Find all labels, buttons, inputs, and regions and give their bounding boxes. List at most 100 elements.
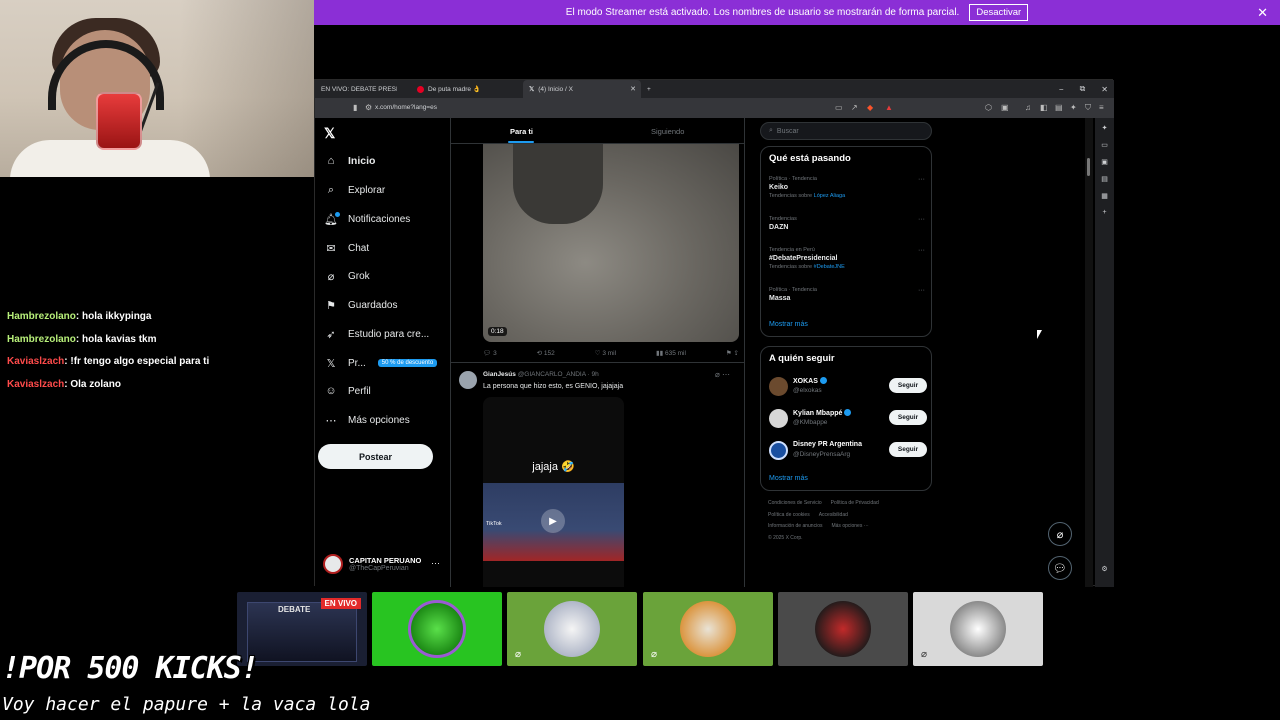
messages-float-icon[interactable]: 💬︎ xyxy=(1048,556,1072,580)
trend-more-icon[interactable]: ··· xyxy=(918,176,925,183)
avatar[interactable] xyxy=(459,371,477,389)
trend-item[interactable]: Tendencia en Perú #DebatePresidencial Te… xyxy=(769,247,925,270)
brave-shield-icon[interactable]: ◆ xyxy=(867,103,873,112)
pinterest-icon xyxy=(417,85,424,93)
browser-sidebar: ✦ ▭ ▣ ▤ ▦ + ⚙ xyxy=(1095,118,1114,587)
add-panel-icon[interactable]: + xyxy=(1102,209,1106,216)
muted-mic-icon: ⌀ xyxy=(651,649,658,660)
tab-x-home[interactable]: 𝕏 (4) Inicio / X ✕ xyxy=(523,80,641,98)
x-sidebar-nav: 𝕏 ⌂ Inicio ⌕ Explorar 🔔︎ Notificaciones ✉ Ch… xyxy=(315,118,450,587)
participant-tile[interactable]: ⌀ xyxy=(507,592,637,666)
search-input[interactable]: ⌕ Buscar xyxy=(760,122,932,140)
nav-item-inicio[interactable]: ⌂ Inicio xyxy=(324,151,376,171)
wallet-icon[interactable]: ▤ xyxy=(1055,103,1063,112)
nav-item-chat[interactable]: ✉ Chat xyxy=(324,238,369,258)
bookmark-icon: ⚑ xyxy=(326,299,336,312)
trend-more-icon[interactable]: ··· xyxy=(918,247,925,254)
participant-tile[interactable]: ⌀ xyxy=(913,592,1043,666)
chat-message: Kaviaslzach: !fr tengo algo especial par… xyxy=(7,356,210,367)
reading-list-icon[interactable]: ▣ xyxy=(1101,158,1108,166)
like-button[interactable]: ♡ 3 mil xyxy=(595,349,616,357)
sidebar-toggle-icon[interactable]: ◧ xyxy=(1040,103,1048,112)
tweet-video-2[interactable]: jajaja 🤣 ▶ TikTok xyxy=(483,397,624,587)
retweet-button[interactable]: ⟲ 152 xyxy=(537,349,555,357)
follow-suggestion[interactable]: Disney PR Argentina @DisneyPrensaArg Seg… xyxy=(769,440,927,464)
menu-icon[interactable]: ≡ xyxy=(1099,103,1104,112)
banner-text: El modo Streamer está activado. Los nomb… xyxy=(565,7,960,18)
avatar xyxy=(769,409,788,428)
more-dots-icon[interactable]: ··· xyxy=(431,558,440,568)
vpn-icon[interactable]: ⛉ xyxy=(1085,103,1091,113)
nav-item-explorar[interactable]: ⌕ Explorar xyxy=(324,180,385,200)
bookmark-button[interactable]: ⚑ ⇪ xyxy=(726,349,739,357)
x-logo-icon[interactable]: 𝕏 xyxy=(324,125,335,142)
share-icon[interactable]: ↗ xyxy=(851,103,858,112)
settings-icon[interactable]: ⚙ xyxy=(1101,565,1107,573)
views-button[interactable]: ▮▮ 635 mil xyxy=(656,349,686,357)
show-more-follow-link[interactable]: Mostrar más xyxy=(769,475,808,482)
participant-tile[interactable]: ⌀ xyxy=(643,592,773,666)
close-window-button[interactable]: ✕ xyxy=(1101,85,1108,94)
nav-item-perfil[interactable]: ☺ Perfil xyxy=(324,381,370,401)
play-icon[interactable]: ▶ xyxy=(541,509,565,533)
url-field[interactable]: x.com/home?lang=es xyxy=(375,104,437,111)
leo-icon[interactable]: ✦ xyxy=(1102,124,1108,132)
follow-suggestion[interactable]: XOKAS @elxokas Seguir xyxy=(769,376,927,400)
minimize-button[interactable]: − xyxy=(1059,85,1064,94)
follow-button[interactable]: Seguir xyxy=(889,442,927,457)
follow-button[interactable]: Seguir xyxy=(889,410,927,425)
brave-rewards-icon[interactable]: ▲ xyxy=(885,103,893,112)
nav-item-grok[interactable]: ⌀ Grok xyxy=(324,266,370,286)
trend-item[interactable]: Política · Tendencia Massa ··· xyxy=(769,287,925,302)
participant-tile[interactable] xyxy=(372,592,502,666)
participant-tile[interactable] xyxy=(778,592,908,666)
tab-para-ti[interactable]: Para ti xyxy=(510,127,533,136)
trend-item[interactable]: Tendencias DAZN ··· xyxy=(769,216,925,231)
nav-item-mas-opciones[interactable]: ⋯ Más opciones xyxy=(324,410,410,430)
tweet-author[interactable]: GianJesús xyxy=(483,371,516,378)
extension-icon[interactable]: ⬡ xyxy=(985,103,992,112)
restore-button[interactable]: ⧉ xyxy=(1080,84,1086,94)
grok-float-icon[interactable]: ⌀ xyxy=(1048,522,1072,546)
bookmark-icon[interactable]: ▮ xyxy=(353,103,357,112)
follow-suggestion[interactable]: Kylian Mbappé @KMbappe Seguir xyxy=(769,408,927,432)
site-info-icon[interactable]: ⚙ xyxy=(365,103,372,112)
follow-button[interactable]: Seguir xyxy=(889,378,927,393)
tabs-icon[interactable]: ▭ xyxy=(1101,141,1108,149)
deactivate-button[interactable]: Desactivar xyxy=(969,4,1029,21)
muted-mic-icon: ⌀ xyxy=(921,649,928,660)
discount-badge: 50 % de descuento xyxy=(377,359,438,367)
post-button[interactable]: Postear xyxy=(318,444,433,469)
tweet[interactable]: GianJesús @GIANCARLO_ANDIA · 9h La perso… xyxy=(451,362,744,390)
trend-item[interactable]: Política · Tendencia Keiko Tendencias so… xyxy=(769,176,925,199)
history-icon[interactable]: ▦ xyxy=(1101,192,1108,200)
trend-more-icon[interactable]: ··· xyxy=(918,287,925,294)
trends-card: Qué está pasando Política · Tendencia Ke… xyxy=(760,146,932,337)
close-icon[interactable]: ✕ xyxy=(1257,5,1268,21)
account-switcher[interactable]: CAPITAN PERUANO @TheCapPeruvian ··· xyxy=(323,554,440,574)
music-icon[interactable]: ♫ xyxy=(1025,103,1031,112)
screen-icon[interactable]: ▭ xyxy=(835,103,843,112)
leo-icon[interactable]: ✦ xyxy=(1070,103,1077,112)
tweet-video[interactable]: 0:18 xyxy=(483,144,739,342)
scrollbar[interactable] xyxy=(1085,118,1093,587)
trend-more-icon[interactable]: ··· xyxy=(918,216,925,223)
nav-item-estudio[interactable]: ➶ Estudio para cre... xyxy=(324,324,429,344)
stream-chat: Hambrezolano: hola ikkypinga Hambrezolan… xyxy=(7,306,209,396)
show-more-trends-link[interactable]: Mostrar más xyxy=(769,321,808,328)
nav-item-notificaciones[interactable]: 🔔︎ Notificaciones xyxy=(324,209,410,229)
live-badge: EN VIVO xyxy=(320,598,361,609)
translate-icon[interactable]: ▣ xyxy=(1001,103,1009,112)
nav-item-premium[interactable]: 𝕏 Pr... 50 % de descuento xyxy=(324,353,438,373)
tab-pinterest[interactable]: De puta madre 👌 xyxy=(403,80,523,98)
bookmarks-icon[interactable]: ▤ xyxy=(1101,175,1108,183)
new-tab-button[interactable]: + xyxy=(641,80,657,98)
close-tab-icon[interactable]: ✕ xyxy=(630,85,636,93)
reply-button[interactable]: 💬︎ 3 xyxy=(483,349,497,357)
grok-and-more-icon[interactable]: ⌀ ⋯ xyxy=(715,370,730,379)
address-bar: ▮ ⚙ x.com/home?lang=es ▭ ↗ ◆ ▲ ⬡ ▣ ♫ ◧ ▤… xyxy=(315,98,1114,118)
tab-debate[interactable]: EN VIVO: DEBATE PRESIDENCIAL xyxy=(315,80,403,98)
tab-siguiendo[interactable]: Siguiendo xyxy=(651,127,684,136)
nav-item-guardados[interactable]: ⚑ Guardados xyxy=(324,295,397,315)
footer-links: Condiciones de Servicio Política de Priva… xyxy=(768,500,879,541)
